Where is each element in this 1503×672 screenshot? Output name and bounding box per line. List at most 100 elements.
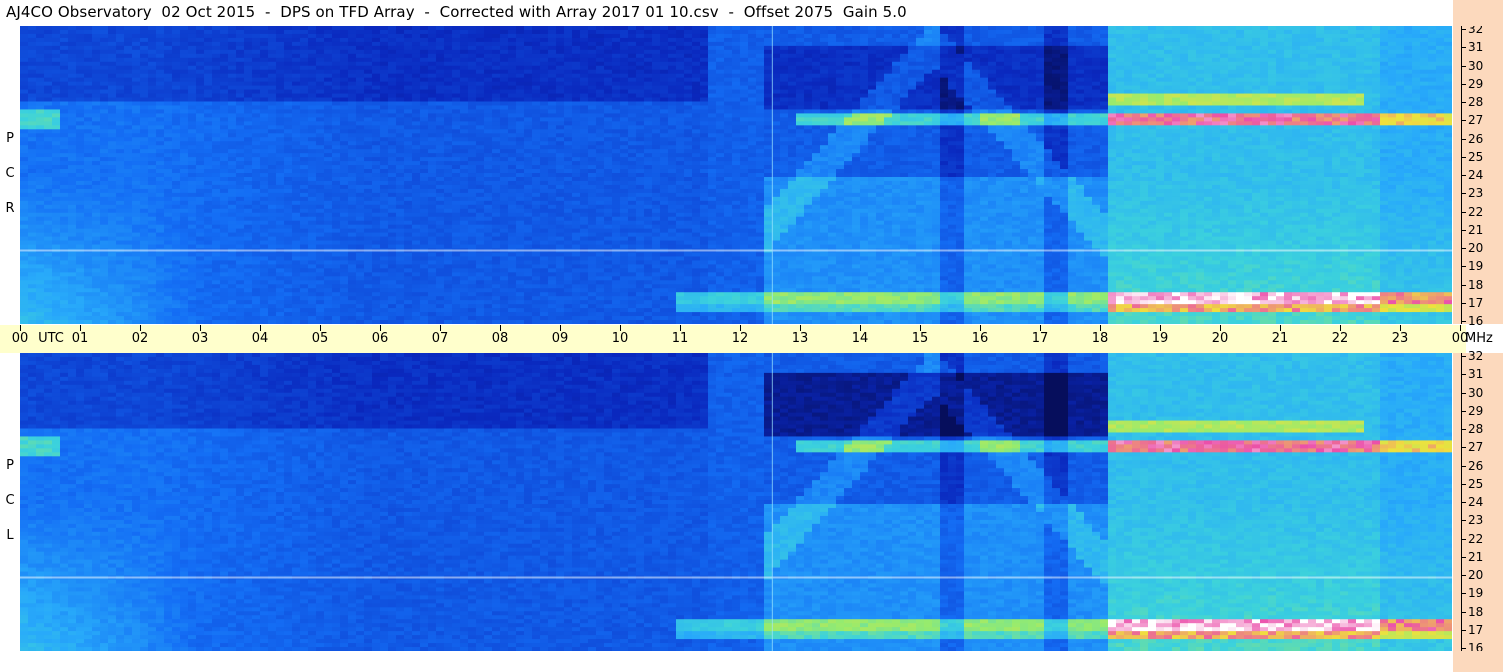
spectrogram-cell (204, 157, 213, 162)
spectrogram-cell (172, 49, 181, 55)
spectrogram-cell (92, 157, 101, 162)
spectrogram-cell (36, 312, 45, 317)
spectrogram-cell (212, 244, 221, 250)
spectrogram-cell (236, 272, 245, 277)
spectrogram-cell (524, 57, 533, 63)
spectrogram-cell (108, 165, 117, 170)
spectrogram-cell (268, 316, 277, 321)
spectrogram-cell (44, 288, 53, 293)
spectrogram-cell (348, 280, 357, 285)
spectrogram-cell (124, 73, 133, 79)
spectrogram-cell (196, 256, 205, 262)
spectrogram-cell (100, 121, 109, 126)
spectrogram-cell (172, 53, 181, 59)
spectrogram-cell (116, 69, 125, 75)
spectrogram-cell (380, 300, 389, 305)
spectrogram-cell (260, 284, 269, 289)
spectrogram-cell (244, 69, 253, 75)
spectrogram-cell (476, 232, 485, 238)
spectrogram-cell (244, 228, 253, 234)
spectrogram-cell (220, 280, 229, 285)
spectrogram-cell (460, 85, 469, 91)
spectrogram-cell (20, 236, 29, 242)
spectrogram-cell (188, 69, 197, 75)
spectrogram-cell (140, 288, 149, 293)
spectrogram-cell (292, 41, 301, 47)
spectrogram-cell (36, 240, 45, 246)
spectrogram-cell (188, 133, 197, 138)
spectrogram-cell (492, 192, 501, 198)
spectrogram-cell (44, 316, 53, 321)
spectrogram-cell (228, 208, 237, 214)
spectrogram-cell (276, 196, 285, 202)
spectrogram-cell (236, 276, 245, 281)
spectrogram-cell (212, 192, 221, 198)
spectrogram-cell (68, 308, 77, 313)
spectrogram-cell (28, 260, 37, 265)
spectrogram-cell (116, 192, 125, 198)
spectrogram-cell (516, 252, 525, 258)
spectrogram-cell (236, 37, 245, 43)
spectrogram-cell (508, 244, 517, 250)
spectrogram-cell (516, 69, 525, 75)
spectrogram-cell (260, 180, 269, 186)
spectrogram-cell (468, 204, 477, 210)
spectrogram-cell (156, 220, 165, 226)
spectrogram-cell (356, 252, 365, 258)
spectrogram-cell (404, 256, 413, 262)
spectrogram-cell (92, 208, 101, 214)
spectrogram-cell (468, 236, 477, 242)
spectrogram-cell (324, 296, 333, 301)
spectrogram-cell (100, 53, 109, 59)
spectrogram-cell (396, 165, 405, 170)
spectrogram-cell (372, 121, 381, 126)
spectrogram-cell (20, 121, 29, 126)
spectrogram-cell (524, 33, 533, 39)
spectrogram-cell (140, 200, 149, 206)
spectrogram-cell (132, 145, 141, 150)
spectrogram-cell (76, 37, 85, 43)
spectrogram-cell (252, 240, 261, 246)
spectrogram-cell (388, 149, 397, 154)
spectrogram-cell (324, 65, 333, 71)
spectrogram-cell (84, 145, 93, 150)
spectrogram-cell (308, 312, 317, 317)
spectrogram-cell (100, 89, 109, 95)
spectrogram-cell (316, 26, 325, 31)
spectrogram-cell (292, 133, 301, 138)
spectrogram-cell (212, 188, 221, 194)
spectrogram-cell (540, 77, 549, 83)
spectrogram-cell (332, 220, 341, 226)
spectrogram-cell (252, 85, 261, 91)
spectrogram-cell (116, 200, 125, 206)
spectrogram-cell (484, 192, 493, 198)
spectrogram-cell (140, 316, 149, 321)
spectrogram-cell (156, 304, 165, 309)
spectrogram-cell (252, 49, 261, 55)
spectrogram-cell (540, 176, 549, 182)
spectrogram-cell (404, 73, 413, 79)
spectrogram-cell (84, 117, 93, 122)
spectrogram-cell (228, 33, 237, 39)
spectrogram-cell (468, 184, 477, 190)
spectrogram-cell (428, 200, 437, 206)
spectrogram-cell (332, 264, 341, 269)
spectrogram-cell (300, 165, 309, 170)
spectrogram-cell (180, 133, 189, 138)
spectrogram-cell (404, 288, 413, 293)
spectrogram-cell (548, 188, 557, 194)
spectrogram-cell (508, 37, 517, 43)
spectrogram-cell (332, 161, 341, 166)
spectrogram-cell (396, 85, 405, 91)
spectrogram-cell (516, 280, 525, 285)
spectrogram-cell (36, 236, 45, 242)
spectrogram-cell (196, 45, 205, 51)
spectrogram-cell (364, 149, 373, 154)
spectrogram-cell (220, 176, 229, 182)
spectrogram-cell (316, 33, 325, 39)
spectrogram-cell (340, 264, 349, 269)
spectrogram-cell (20, 125, 29, 130)
spectrogram-cell (44, 57, 53, 63)
spectrogram-cell (268, 145, 277, 150)
spectrogram-cell (124, 93, 133, 99)
